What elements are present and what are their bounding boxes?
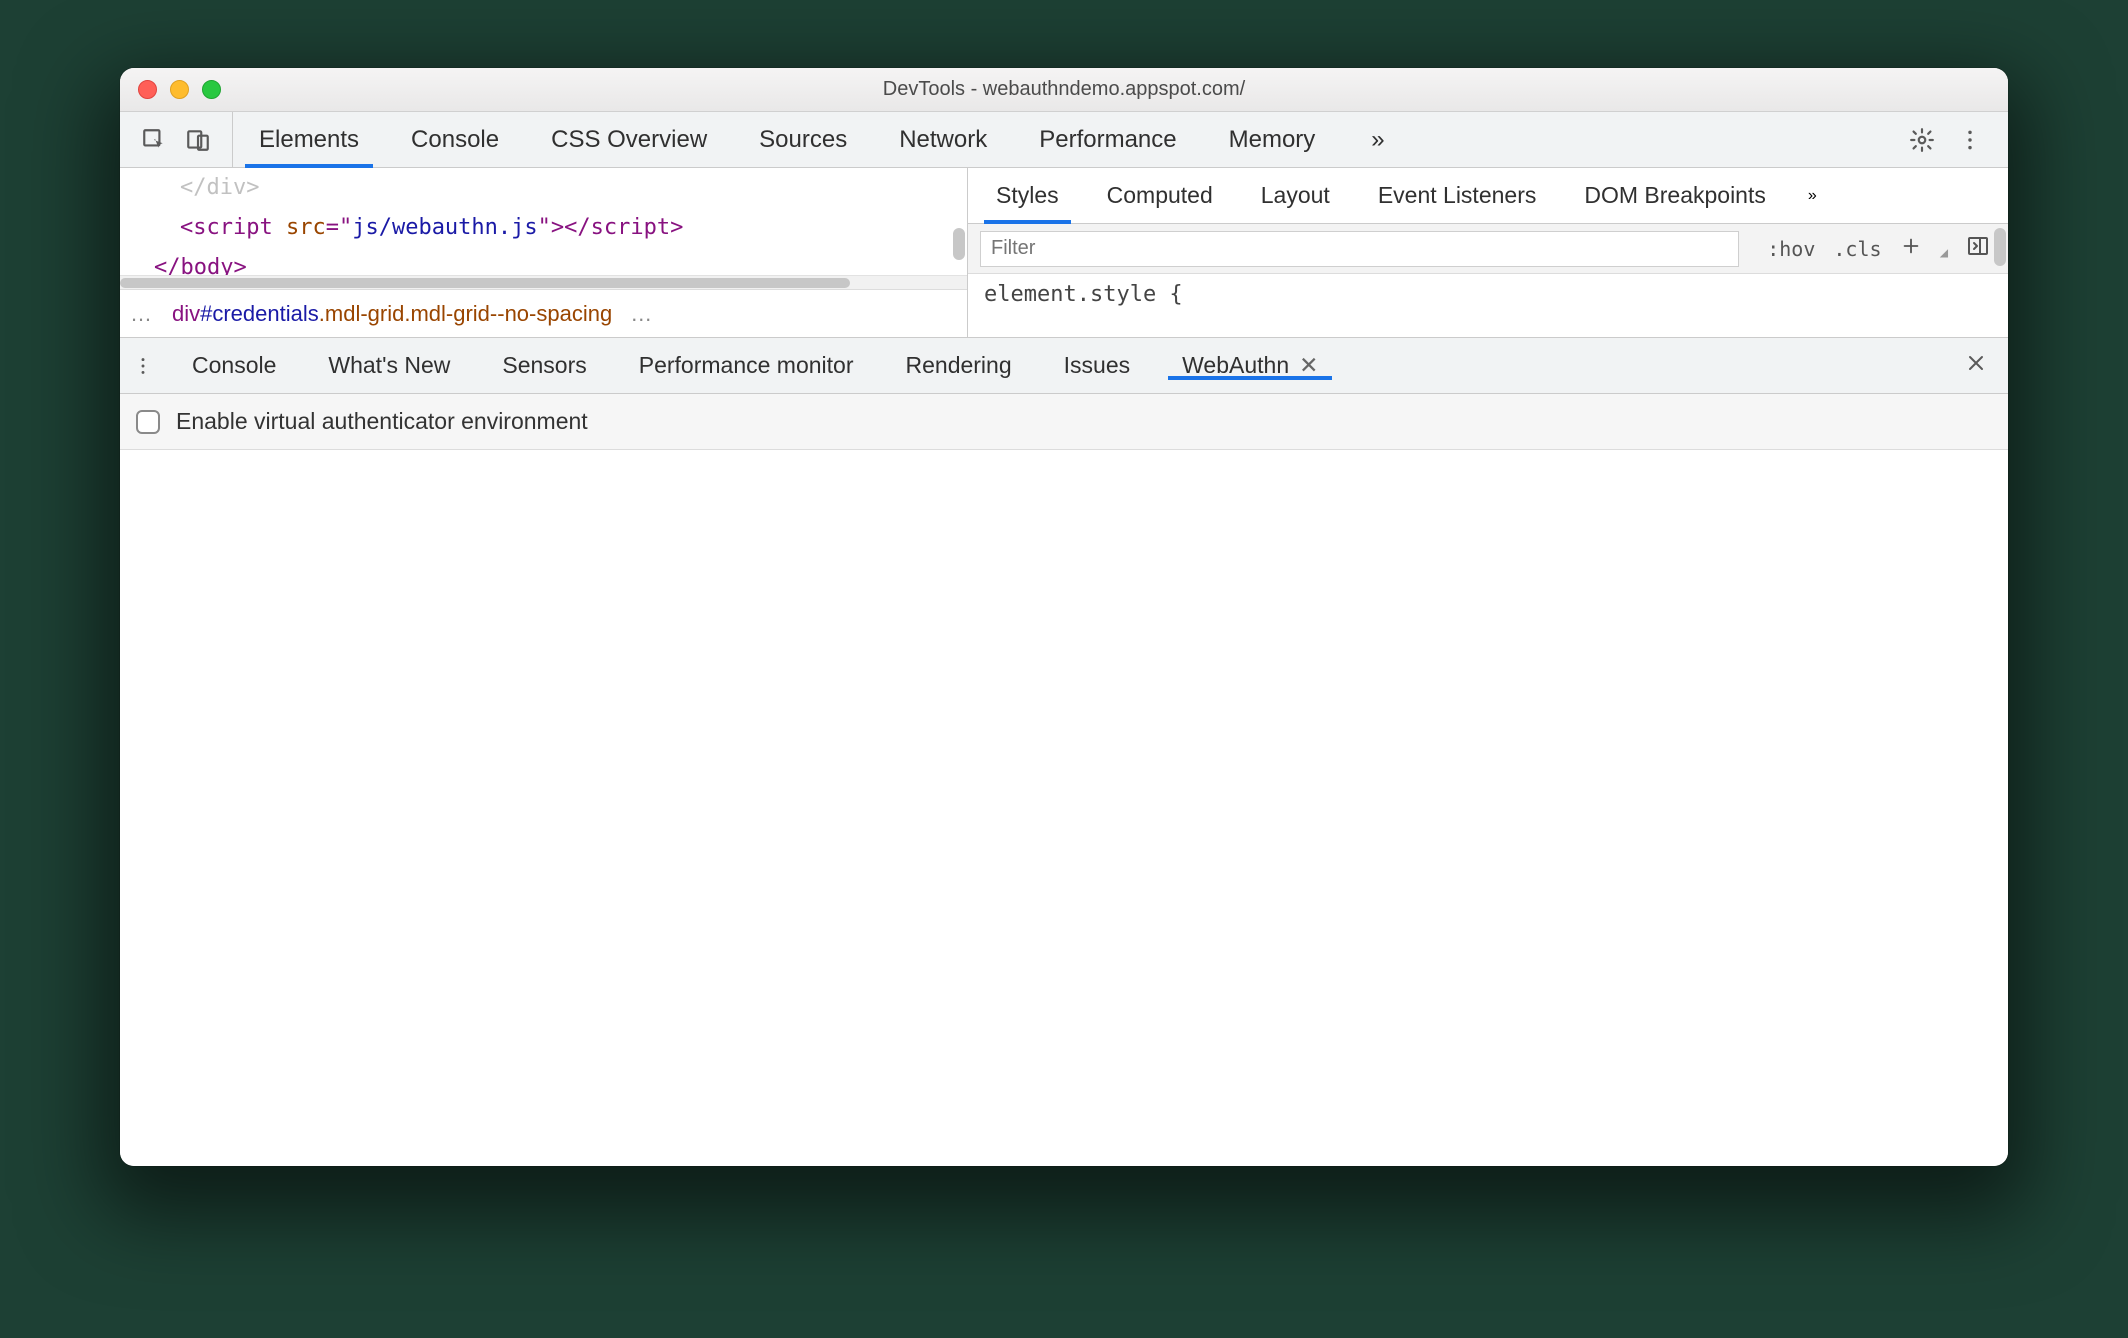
tab-label: Event Listeners (1378, 182, 1537, 209)
drawer-tab-webauthn[interactable]: WebAuthn ✕ (1156, 352, 1344, 379)
tab-label: Console (192, 352, 276, 379)
webauthn-toolbar: Enable virtual authenticator environment (120, 394, 2008, 450)
breadcrumb-overflow-left-icon[interactable]: … (130, 301, 154, 327)
tab-label: Console (411, 126, 499, 154)
elements-pane: </div> <script src="js/webauthn.js"></sc… (120, 168, 968, 337)
tab-label: DOM Breakpoints (1584, 182, 1766, 209)
window-title: DevTools - webauthndemo.appspot.com/ (120, 78, 2008, 101)
kebab-menu-icon[interactable] (1950, 120, 1990, 160)
style-rules[interactable]: element.style { (968, 274, 2008, 315)
tab-label: Sources (759, 126, 847, 154)
subtab-layout[interactable]: Layout (1237, 168, 1354, 223)
tab-elements[interactable]: Elements (233, 112, 385, 167)
tab-label: Performance monitor (639, 352, 854, 379)
enable-virtual-authenticator-checkbox[interactable] (136, 410, 160, 434)
dom-tree[interactable]: </div> <script src="js/webauthn.js"></sc… (120, 168, 967, 275)
vertical-scrollbar[interactable] (1994, 228, 2006, 266)
horizontal-scrollbar[interactable] (120, 275, 967, 289)
style-rule-header: element.style { (984, 282, 1183, 307)
breadcrumb-overflow-right-icon[interactable]: … (630, 301, 654, 327)
drawer-tab-whats-new[interactable]: What's New (302, 352, 476, 379)
styles-tabbar: Styles Computed Layout Event Listeners D… (968, 168, 2008, 224)
code-text: </body> (154, 255, 247, 275)
drawer-tab-rendering[interactable]: Rendering (880, 352, 1038, 379)
inspect-icon[interactable] (134, 120, 174, 160)
device-toggle-icon[interactable] (178, 120, 218, 160)
tab-memory[interactable]: Memory (1203, 112, 1342, 167)
breadcrumb: … div#credentials.mdl-grid.mdl-grid--no-… (120, 289, 967, 337)
styles-filter-row: :hov .cls ◢ (968, 224, 2008, 274)
drawer-tabbar: Console What's New Sensors Performance m… (120, 338, 2008, 394)
styles-filter-input[interactable] (980, 231, 1739, 267)
tab-network[interactable]: Network (873, 112, 1013, 167)
tab-label: Styles (996, 182, 1059, 209)
code-text: "></scr (538, 215, 631, 240)
subtab-computed[interactable]: Computed (1083, 168, 1237, 223)
tab-performance[interactable]: Performance (1013, 112, 1202, 167)
new-style-rule-icon[interactable] (1900, 235, 1922, 262)
tab-label: Elements (259, 126, 359, 154)
drawer-tab-console[interactable]: Console (166, 352, 302, 379)
tab-label: WebAuthn (1182, 352, 1289, 379)
breadcrumb-item[interactable]: div#credentials.mdl-grid.mdl-grid--no-sp… (172, 301, 612, 327)
tab-label: Computed (1107, 182, 1213, 209)
drawer-tab-issues[interactable]: Issues (1038, 352, 1156, 379)
main-tabbar: Elements Console CSS Overview Sources Ne… (120, 112, 2008, 168)
subtabs-overflow-icon[interactable]: » (1790, 168, 1835, 223)
resize-corner-icon[interactable]: ◢ (1940, 245, 1948, 261)
subtab-styles[interactable]: Styles (972, 168, 1083, 223)
settings-icon[interactable] (1902, 120, 1942, 160)
cls-toggle[interactable]: .cls (1833, 237, 1881, 261)
subtab-dom-breakpoints[interactable]: DOM Breakpoints (1560, 168, 1790, 223)
enable-virtual-authenticator-label: Enable virtual authenticator environment (176, 408, 588, 435)
subtab-event-listeners[interactable]: Event Listeners (1354, 168, 1561, 223)
tab-sources[interactable]: Sources (733, 112, 873, 167)
vertical-scrollbar[interactable] (953, 228, 965, 260)
tab-label: Issues (1064, 352, 1130, 379)
code-text: js/webauthn.js (352, 215, 537, 240)
code-text: </div> (180, 175, 259, 200)
drawer-tab-performance-monitor[interactable]: Performance monitor (613, 352, 880, 379)
styles-pane: Styles Computed Layout Event Listeners D… (968, 168, 2008, 337)
tab-label: Network (899, 126, 987, 154)
main-tab-list: Elements Console CSS Overview Sources Ne… (233, 112, 1411, 167)
tab-console[interactable]: Console (385, 112, 525, 167)
scrollbar-thumb[interactable] (120, 278, 850, 288)
devtools-window: DevTools - webauthndemo.appspot.com/ Ele… (120, 68, 2008, 1166)
tab-label: CSS Overview (551, 126, 707, 154)
tab-label: Sensors (502, 352, 586, 379)
code-text: =" (326, 215, 353, 240)
code-text: src (286, 215, 326, 240)
close-drawer-icon[interactable] (1944, 351, 2008, 380)
tab-label: Rendering (906, 352, 1012, 379)
tab-label: Layout (1261, 182, 1330, 209)
tab-css-overview[interactable]: CSS Overview (525, 112, 733, 167)
tab-label: Performance (1039, 126, 1176, 154)
workspace: </div> <script src="js/webauthn.js"></sc… (120, 168, 2008, 338)
tabs-overflow-icon[interactable]: » (1345, 112, 1410, 167)
tab-label: Memory (1229, 126, 1316, 154)
hov-toggle[interactable]: :hov (1767, 237, 1815, 261)
code-text: ipt> (630, 215, 683, 240)
drawer-menu-icon[interactable] (120, 355, 166, 377)
toggle-sidebar-icon[interactable] (1966, 234, 1990, 263)
code-text: <script (180, 215, 286, 240)
tab-label: What's New (328, 352, 450, 379)
close-tab-icon[interactable]: ✕ (1299, 352, 1318, 379)
drawer-tab-sensors[interactable]: Sensors (476, 352, 612, 379)
webauthn-empty-area (120, 450, 2008, 1166)
titlebar: DevTools - webauthndemo.appspot.com/ (120, 68, 2008, 112)
styles-filter-tools: :hov .cls ◢ (1749, 234, 2008, 263)
